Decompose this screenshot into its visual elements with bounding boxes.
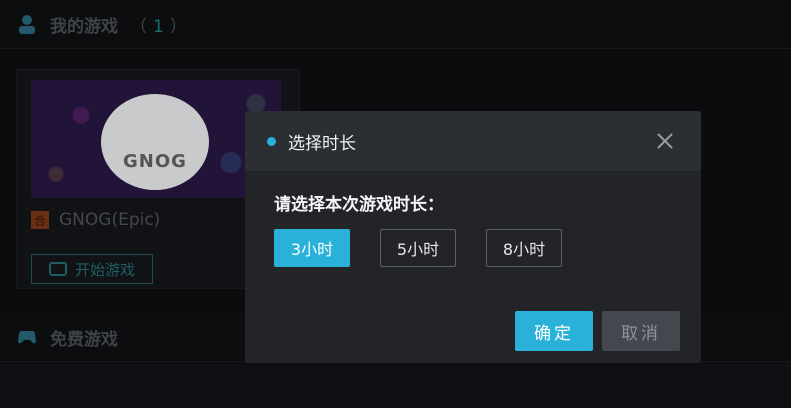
duration-option-5h[interactable]: 5小时	[380, 229, 456, 267]
confirm-button[interactable]: 确定	[515, 311, 593, 351]
gamepad-icon	[48, 262, 67, 276]
my-games-title: 我的游戏	[50, 16, 118, 37]
duration-option-8h[interactable]: 8小时	[486, 229, 562, 267]
duration-prompt: 请选择本次游戏时长：	[274, 195, 444, 215]
game-title: GNOG(Epic)	[59, 210, 161, 230]
my-games-count: （1）	[130, 16, 187, 37]
close-icon[interactable]	[655, 131, 675, 151]
duration-dialog: 选择时长 请选择本次游戏时长： 3小时 5小时 8小时 确定 取消	[245, 111, 701, 363]
game-launcher-page: 我的游戏 （1） GNOG 合 GNOG(Epic) 开始游戏 免费游戏 选择时…	[0, 0, 791, 408]
free-games-title: 免费游戏	[50, 329, 118, 350]
gamer-icon	[19, 15, 35, 34]
game-thumbnail[interactable]: GNOG	[31, 80, 281, 198]
duration-options: 3小时 5小时 8小时	[274, 229, 592, 267]
platform-badge: 合	[31, 211, 49, 229]
game-logo: GNOG	[101, 94, 209, 190]
gamepad-icon	[18, 331, 36, 344]
title-dot-icon	[267, 136, 276, 146]
my-games-header: 我的游戏 （1）	[0, 0, 791, 49]
dialog-title: 选择时长	[288, 133, 356, 154]
duration-option-3h[interactable]: 3小时	[274, 229, 350, 267]
dialog-header: 选择时长	[245, 111, 701, 171]
cancel-button[interactable]: 取消	[602, 311, 680, 351]
start-game-button[interactable]: 开始游戏	[31, 254, 153, 284]
game-title-row: 合 GNOG(Epic)	[31, 210, 160, 230]
